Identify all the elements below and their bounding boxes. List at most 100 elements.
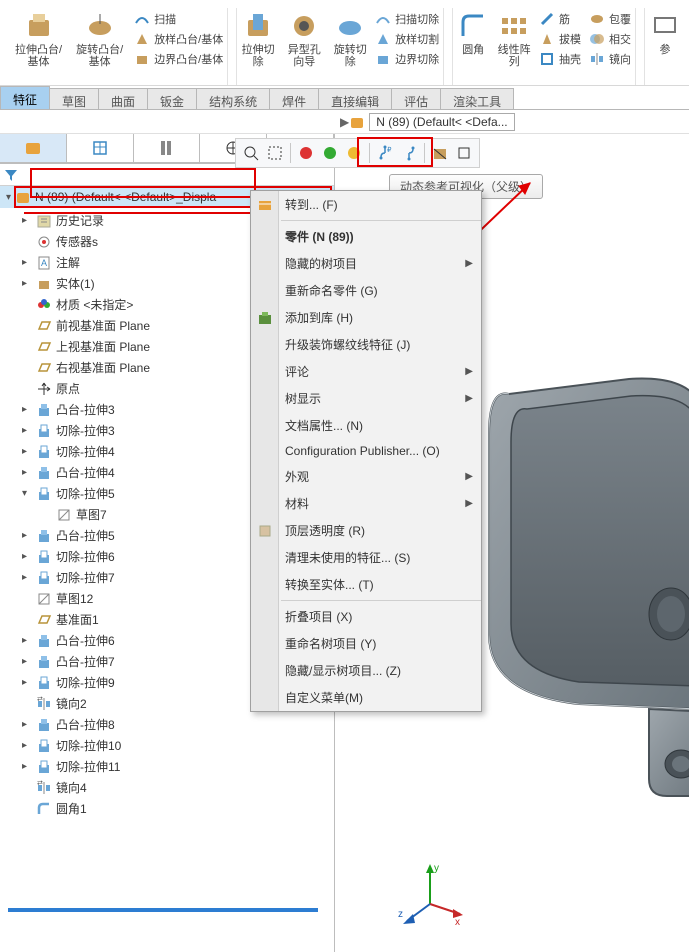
shell-button[interactable]: 抽壳 bbox=[537, 50, 583, 68]
tree-caret-icon[interactable]: ▸ bbox=[22, 740, 32, 751]
zoom-fit-button[interactable] bbox=[240, 142, 262, 164]
ctx-item[interactable]: 升级装饰螺纹线特征 (J) bbox=[251, 331, 481, 358]
funnel-icon[interactable] bbox=[4, 168, 18, 182]
sketch-icon bbox=[36, 591, 52, 607]
tree-caret-icon[interactable]: ▸ bbox=[22, 572, 32, 583]
appearance-button[interactable] bbox=[295, 142, 317, 164]
ctx-item[interactable]: 转换至实体... (T) bbox=[251, 571, 481, 598]
panel-tab-property[interactable] bbox=[67, 134, 134, 162]
ctx-item[interactable]: 重命名树项目 (Y) bbox=[251, 630, 481, 657]
tab-render[interactable]: 渲染工具 bbox=[440, 88, 514, 109]
ctx-item[interactable]: 重新命名零件 (G) bbox=[251, 277, 481, 304]
boundary-button[interactable]: 边界凸台/基体 bbox=[132, 50, 225, 68]
rollback-bar[interactable] bbox=[8, 908, 318, 912]
hole-wizard-button[interactable]: 异型孔向导 bbox=[279, 8, 329, 70]
boundary-cut-button[interactable]: 边界切除 bbox=[373, 50, 441, 68]
tab-features[interactable]: 特征 bbox=[0, 86, 50, 109]
wrap-button[interactable]: 包覆 bbox=[587, 10, 633, 28]
tree-item[interactable]: ▸切除-拉伸11 bbox=[0, 756, 334, 777]
ctx-item[interactable]: 树显示▶ bbox=[251, 385, 481, 412]
context-menu: 转到... (F) 零件 (N (89)) 隐藏的树项目▶重新命名零件 (G)添… bbox=[250, 190, 482, 712]
ctx-item[interactable]: 自定义菜单(M) bbox=[251, 684, 481, 711]
ctx-item[interactable]: 文档属性... (N) bbox=[251, 412, 481, 439]
revolve-boss-button[interactable]: 旋转凸台/基体 bbox=[69, 8, 130, 70]
ctx-item[interactable]: 顶层透明度 (R) bbox=[251, 517, 481, 544]
tree-caret-icon[interactable]: ▸ bbox=[22, 215, 32, 226]
ctx-item[interactable]: 隐藏/显示树项目... (Z) bbox=[251, 657, 481, 684]
pattern-button[interactable]: 线性阵列 bbox=[493, 8, 535, 70]
dynamic-ref-child-button[interactable] bbox=[398, 142, 420, 164]
tab-structure[interactable]: 结构系统 bbox=[196, 88, 270, 109]
tree-caret-icon[interactable]: ▸ bbox=[22, 635, 32, 646]
ctx-item-label: 隐藏/显示树项目... (Z) bbox=[285, 662, 401, 679]
tree-item[interactable]: ▸凸台-拉伸8 bbox=[0, 714, 334, 735]
tree-caret-icon[interactable]: ▸ bbox=[22, 257, 32, 268]
tree-item[interactable]: 圆角1 bbox=[0, 798, 334, 819]
ctx-item-label: Configuration Publisher... (O) bbox=[285, 444, 440, 458]
tree-caret-icon[interactable]: ▸ bbox=[22, 551, 32, 562]
loft-cut-button[interactable]: 放样切割 bbox=[373, 30, 441, 48]
ctx-item-label: 材料 bbox=[285, 495, 309, 512]
tree-caret-icon[interactable]: ▸ bbox=[22, 467, 32, 478]
tree-caret-icon[interactable]: ▸ bbox=[22, 278, 32, 289]
tree-item[interactable]: ▸切除-拉伸10 bbox=[0, 735, 334, 756]
revolve-boss-label: 旋转凸台/基体 bbox=[73, 44, 126, 68]
ctx-goto[interactable]: 转到... (F) bbox=[251, 191, 481, 218]
tab-weldments[interactable]: 焊件 bbox=[269, 88, 319, 109]
tree-caret-icon[interactable]: ▸ bbox=[22, 425, 32, 436]
view-triad[interactable]: y x z bbox=[395, 859, 465, 932]
extrude-boss-button[interactable]: 拉伸凸台/基体 bbox=[8, 8, 69, 70]
tab-sketch[interactable]: 草图 bbox=[49, 88, 99, 109]
tree-caret-icon[interactable]: ▸ bbox=[22, 719, 32, 730]
ctx-item[interactable]: Configuration Publisher... (O) bbox=[251, 439, 481, 463]
panel-tab-feature-tree[interactable] bbox=[0, 134, 67, 162]
ctx-item[interactable]: 折叠项目 (X) bbox=[251, 603, 481, 630]
ctx-item[interactable]: 材料▶ bbox=[251, 490, 481, 517]
tree-caret-icon[interactable]: ▸ bbox=[22, 404, 32, 415]
refgeom-button[interactable]: 参 bbox=[645, 8, 685, 58]
part-icon bbox=[349, 114, 365, 130]
tab-sheetmetal[interactable]: 钣金 bbox=[147, 88, 197, 109]
tab-surfaces[interactable]: 曲面 bbox=[98, 88, 148, 109]
revolve-cut-button[interactable]: 旋转切除 bbox=[329, 8, 371, 70]
shell-icon bbox=[539, 51, 555, 67]
sweep-cut-button[interactable]: 扫描切除 bbox=[373, 10, 441, 28]
ctx-item[interactable]: 添加到库 (H) bbox=[251, 304, 481, 331]
intersect-button[interactable]: 相交 bbox=[587, 30, 633, 48]
sweep-button[interactable]: 扫描 bbox=[132, 10, 178, 28]
ctx-item[interactable]: 外观▶ bbox=[251, 463, 481, 490]
zoom-area-button[interactable] bbox=[264, 142, 286, 164]
loft-cut-label: 放样切割 bbox=[395, 31, 439, 47]
tree-item-label: 切除-拉伸5 bbox=[56, 485, 115, 502]
draft-button[interactable]: 拔模 bbox=[537, 30, 583, 48]
dynamic-ref-parent-button[interactable]: ₽ bbox=[374, 142, 396, 164]
tree-caret-icon[interactable]: ▸ bbox=[22, 761, 32, 772]
tree-caret-icon[interactable]: ▸ bbox=[22, 446, 32, 457]
tree-caret-icon[interactable]: ▸ bbox=[22, 530, 32, 541]
ctx-item-label: 转换至实体... (T) bbox=[285, 576, 374, 593]
scene-button[interactable] bbox=[319, 142, 341, 164]
tree-caret-icon[interactable]: ▾ bbox=[22, 488, 32, 499]
hole-wizard-label: 异型孔向导 bbox=[283, 44, 325, 68]
fillet-button[interactable]: 圆角 bbox=[453, 8, 493, 58]
panel-tab-config[interactable] bbox=[134, 134, 201, 162]
tab-directedit[interactable]: 直接编辑 bbox=[318, 88, 392, 109]
loft-button[interactable]: 放样凸台/基体 bbox=[132, 30, 225, 48]
section-view-button[interactable] bbox=[429, 142, 451, 164]
tree-item-label: 历史记录 bbox=[56, 212, 104, 229]
revolve-icon bbox=[84, 10, 116, 42]
view-settings-button[interactable] bbox=[453, 142, 475, 164]
breadcrumb-text[interactable]: N (89) (Default< <Defa... bbox=[369, 113, 514, 131]
tree-caret-icon[interactable]: ▸ bbox=[22, 656, 32, 667]
rib-button[interactable]: 筋 bbox=[537, 10, 572, 28]
cut-icon bbox=[36, 423, 52, 439]
ctx-item[interactable]: 清理未使用的特征... (S) bbox=[251, 544, 481, 571]
tree-item[interactable]: ⇄镜向4 bbox=[0, 777, 334, 798]
tree-caret-icon[interactable]: ▸ bbox=[22, 677, 32, 688]
tab-evaluate[interactable]: 评估 bbox=[391, 88, 441, 109]
ctx-item[interactable]: 评论▶ bbox=[251, 358, 481, 385]
display-state-button[interactable] bbox=[343, 142, 365, 164]
extrude-cut-button[interactable]: 拉伸切除 bbox=[237, 8, 279, 70]
mirror-button[interactable]: 镜向 bbox=[587, 50, 633, 68]
ctx-item[interactable]: 隐藏的树项目▶ bbox=[251, 250, 481, 277]
